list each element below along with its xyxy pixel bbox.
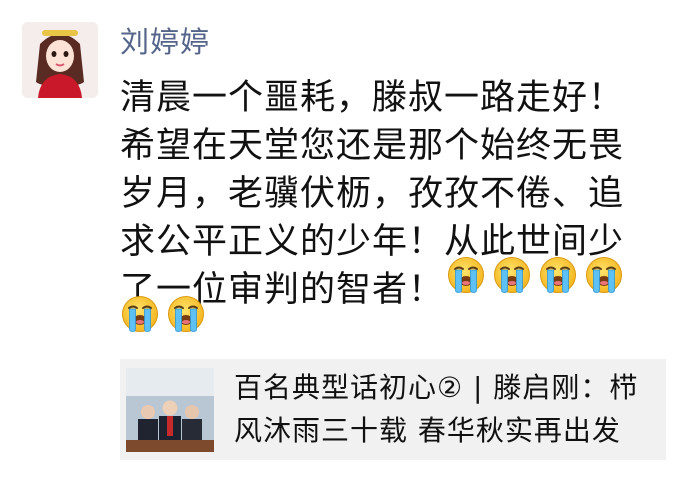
emoji-row	[446, 254, 624, 294]
post-text-line: 岁月，老骥伏枥，孜孜不倦、追	[120, 174, 625, 214]
author-name[interactable]: 刘婷婷	[120, 22, 210, 62]
post-text-line: 清晨一个噩耗，滕叔一路走好！	[120, 78, 625, 118]
link-title-line: 百名典型话初心② | 滕启刚：栉	[234, 371, 639, 404]
post-text-line: 希望在天堂您还是那个始终无畏	[120, 126, 625, 166]
crying-face-icon	[584, 254, 624, 294]
link-title-line: 风沐雨三十载 春华秋实再出发	[234, 414, 621, 447]
avatar[interactable]	[22, 22, 98, 98]
crying-face-icon	[538, 254, 578, 294]
link-thumbnail	[126, 368, 214, 452]
crying-face-icon	[446, 254, 486, 294]
crying-face-icon	[166, 293, 206, 333]
crying-face-icon	[120, 293, 160, 333]
link-title[interactable]: 百名典型话初心② | 滕启刚：栉 风沐雨三十载 春华秋实再出发	[234, 366, 654, 452]
shared-link-card[interactable]: 百名典型话初心② | 滕启刚：栉 风沐雨三十载 春华秋实再出发	[120, 359, 666, 460]
emoji-row	[120, 293, 206, 333]
crying-face-icon	[492, 254, 532, 294]
